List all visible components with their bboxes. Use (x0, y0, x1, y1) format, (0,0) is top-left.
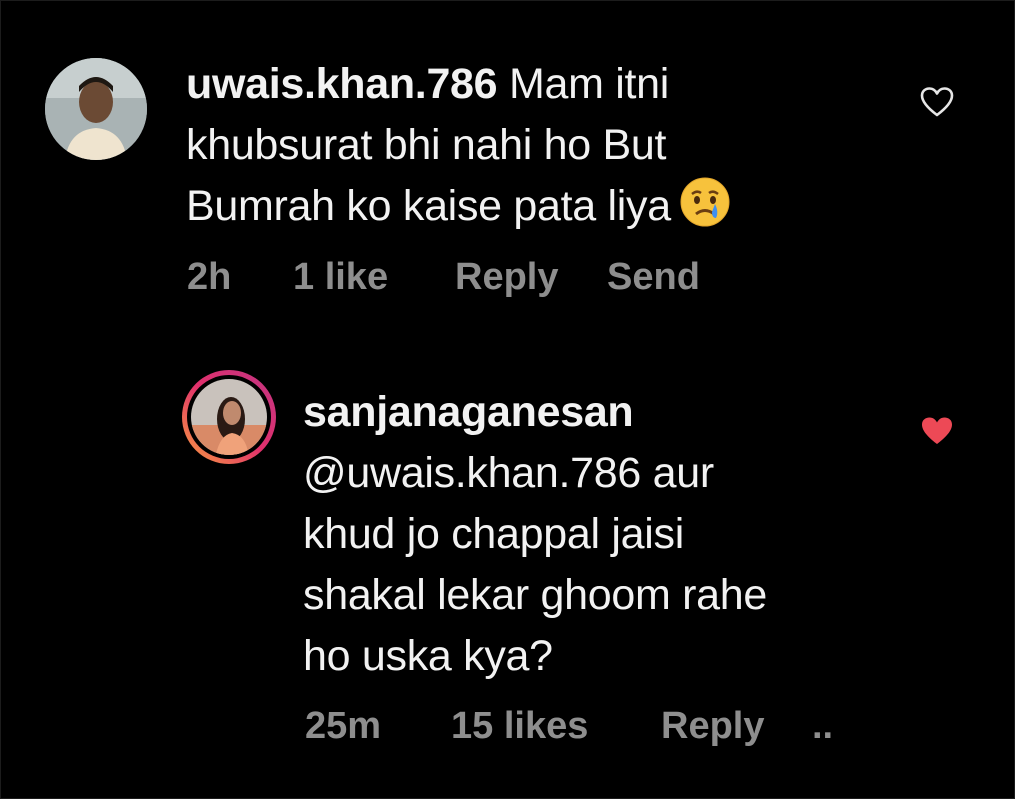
comment-first-line: uwais.khan.786 Mam itni (186, 54, 906, 115)
comment-text-line[interactable]: @uwais.khan.786 aur (303, 443, 943, 504)
comment-time: 2h (187, 256, 232, 298)
more-options-button[interactable]: .. (812, 705, 833, 748)
person-avatar-icon (45, 58, 147, 160)
comment-body: sanjanaganesan @uwais.khan.786 aur khud … (303, 382, 943, 687)
reply-button[interactable]: Reply (661, 705, 764, 748)
comment-text-line: khubsurat bhi nahi ho But (186, 121, 667, 169)
avatar-sanjana (187, 375, 271, 459)
avatar-uwais[interactable] (45, 58, 147, 160)
send-button[interactable]: Send (607, 256, 700, 299)
person-avatar-icon (191, 379, 267, 455)
comment-text-line-last: Bumrah ko kaise pata liya (186, 176, 906, 245)
comment-actions: 25m 15 likes Reply .. (305, 705, 865, 751)
likes-count[interactable]: 1 like (293, 256, 388, 299)
comment-body: uwais.khan.786 Mam itni khubsurat bhi na… (186, 54, 906, 245)
username-link[interactable]: uwais.khan.786 (186, 60, 498, 108)
comment-text-line: ho uska kya? (303, 632, 553, 680)
crying-face-icon (679, 176, 731, 245)
comment-text-line: shakal lekar ghoom rahe (303, 571, 767, 619)
like-heart-icon[interactable] (920, 86, 954, 123)
username-link[interactable]: sanjanaganesan (303, 382, 943, 443)
likes-count[interactable]: 15 likes (451, 705, 588, 748)
comment-time: 25m (305, 705, 382, 747)
reply-button[interactable]: Reply (455, 256, 558, 299)
comment-text: Mam itni (508, 60, 670, 108)
liked-heart-icon[interactable] (920, 415, 954, 452)
story-ring[interactable] (182, 370, 276, 464)
comment-text-line: khud jo chappal jaisi (303, 510, 684, 558)
comment-text-line: Bumrah ko kaise pata liya (186, 182, 671, 230)
comment-actions: 2h 1 like Reply Send (187, 256, 787, 302)
